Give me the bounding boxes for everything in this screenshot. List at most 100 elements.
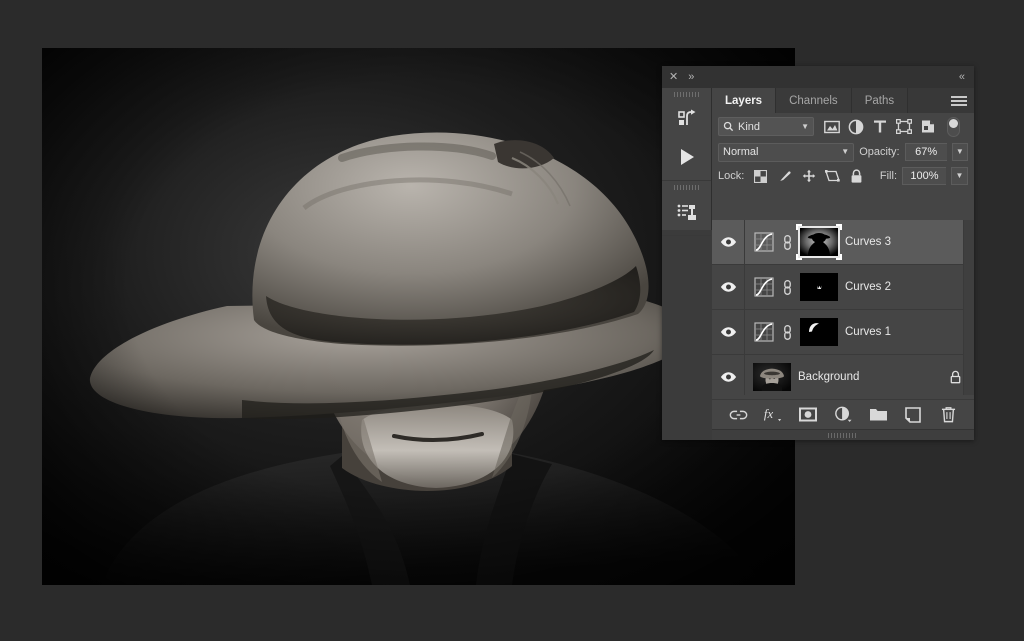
layer-style-fx-button[interactable]: fx — [763, 405, 783, 425]
collapse-panel-icon[interactable]: « — [959, 72, 965, 83]
actions-play-icon[interactable] — [662, 138, 711, 176]
filter-toggle-switch[interactable] — [947, 117, 960, 137]
opacity-input[interactable]: 67% — [905, 143, 947, 161]
layers-panel-footer: fx — [712, 399, 974, 429]
trash-icon — [941, 406, 956, 423]
lock-all-icon[interactable] — [849, 169, 864, 184]
layer-body[interactable]: Background — [745, 355, 974, 395]
collapsed-icon-rail — [662, 88, 712, 230]
eye-icon — [720, 326, 737, 338]
add-layer-mask-button[interactable] — [798, 405, 818, 425]
rail-grip-2[interactable] — [662, 181, 711, 193]
panel-titlebar: « — [712, 66, 974, 88]
curves-adjustment-icon[interactable] — [753, 276, 775, 298]
panel-tabs: Layers Channels Paths — [712, 88, 974, 113]
link-mask-icon[interactable] — [782, 322, 793, 342]
table-row[interactable]: Background — [712, 355, 974, 395]
rail-group-clone — [662, 181, 711, 236]
lock-row: Lock: — [712, 164, 974, 188]
filter-pixel-icon[interactable] — [823, 118, 840, 135]
layer-visibility-toggle[interactable] — [712, 220, 745, 264]
fx-icon: fx — [763, 406, 783, 423]
chevron-down-icon: ▼ — [956, 172, 964, 180]
eye-icon — [720, 281, 737, 293]
curves-adjustment-icon[interactable] — [753, 321, 775, 343]
layers-panel: « Layers Channels Paths — [712, 66, 974, 440]
layer-visibility-toggle[interactable] — [712, 355, 745, 395]
lock-icon-group — [753, 169, 864, 184]
tab-layers[interactable]: Layers — [712, 88, 776, 113]
expand-panels-icon[interactable]: » — [688, 72, 694, 83]
selection-corner — [836, 254, 842, 260]
chevron-down-icon: ▼ — [801, 123, 809, 131]
curves-adjustment-icon[interactable] — [753, 231, 775, 253]
eye-icon — [720, 236, 737, 248]
tab-channels-label: Channels — [789, 95, 838, 107]
layer-visibility-toggle[interactable] — [712, 310, 745, 354]
chevron-down-icon: ▼ — [841, 148, 849, 156]
blend-mode-value: Normal — [723, 146, 841, 158]
eye-icon — [720, 371, 737, 383]
lock-label: Lock: — [718, 170, 744, 182]
filter-type-icon[interactable] — [871, 118, 888, 135]
layer-mask-thumbnail[interactable] — [800, 273, 838, 301]
selection-corner — [836, 224, 842, 230]
link-icon — [729, 409, 748, 421]
filter-kind-select[interactable]: Kind ▼ — [718, 117, 814, 136]
link-layers-button[interactable] — [728, 405, 748, 425]
app-window: ✕ » — [0, 0, 1024, 641]
svg-text:fx: fx — [764, 407, 774, 421]
search-icon — [723, 121, 734, 132]
filter-adjustment-icon[interactable] — [847, 118, 864, 135]
layer-name: Curves 2 — [845, 281, 891, 293]
layer-locked-icon[interactable] — [948, 370, 962, 384]
panel-resize-grip[interactable] — [712, 429, 974, 440]
table-row[interactable]: Curves 1 — [712, 310, 974, 355]
rail-group-history — [662, 88, 711, 181]
layer-body[interactable]: Curves 2 — [745, 265, 974, 309]
panel-menu-icon[interactable] — [951, 95, 967, 107]
layer-body[interactable]: Curves 3 — [745, 220, 974, 264]
link-mask-icon[interactable] — [782, 232, 793, 252]
filter-smart-object-icon[interactable] — [919, 118, 936, 135]
lock-artboard-icon[interactable] — [825, 169, 840, 184]
history-panel-icon[interactable] — [662, 100, 711, 138]
layer-name: Curves 3 — [845, 236, 891, 248]
rail-grip[interactable] — [662, 88, 711, 100]
tab-paths[interactable]: Paths — [852, 88, 908, 113]
lock-transparency-icon[interactable] — [753, 169, 768, 184]
delete-layer-button[interactable] — [938, 405, 958, 425]
lock-position-icon[interactable] — [801, 169, 816, 184]
new-group-button[interactable] — [868, 405, 888, 425]
tab-channels[interactable]: Channels — [776, 88, 852, 113]
table-row[interactable]: Curves 2 — [712, 265, 974, 310]
opacity-stepper[interactable]: ▼ — [952, 143, 968, 161]
clone-source-icon[interactable] — [662, 193, 711, 231]
layer-name: Background — [798, 371, 859, 383]
new-adjustment-layer-button[interactable] — [833, 405, 853, 425]
filter-shape-icon[interactable] — [895, 118, 912, 135]
fill-label: Fill: — [880, 170, 897, 182]
link-mask-icon[interactable] — [782, 277, 793, 297]
layer-visibility-toggle[interactable] — [712, 265, 745, 309]
layers-scrollbar[interactable] — [963, 220, 974, 395]
layer-filter-row: Kind ▼ — [712, 113, 974, 140]
table-row[interactable]: Curves 3 — [712, 220, 974, 265]
fill-input[interactable]: 100% — [902, 167, 946, 185]
opacity-label: Opacity: — [859, 146, 899, 158]
adjustment-circle-icon — [834, 406, 853, 423]
fill-stepper[interactable]: ▼ — [951, 167, 968, 185]
layer-name: Curves 1 — [845, 326, 891, 338]
new-layer-button[interactable] — [903, 405, 923, 425]
blend-mode-select[interactable]: Normal ▼ — [718, 143, 854, 162]
layer-body[interactable]: Curves 1 — [745, 310, 974, 354]
close-icon[interactable]: ✕ — [669, 72, 678, 83]
layer-mask-thumbnail[interactable] — [800, 318, 838, 346]
layers-list: Curves 3 — [712, 220, 974, 395]
layer-thumbnail[interactable] — [753, 363, 791, 391]
mask-icon — [799, 407, 817, 422]
lock-image-icon[interactable] — [777, 169, 792, 184]
folder-icon — [869, 407, 888, 422]
layer-mask-thumbnail[interactable] — [800, 228, 838, 256]
selection-corner — [796, 254, 802, 260]
